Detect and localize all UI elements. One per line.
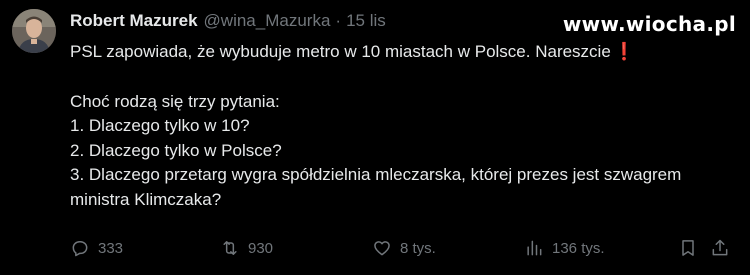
- reply-button[interactable]: 333: [70, 236, 123, 260]
- like-count: 8 tys.: [400, 239, 436, 257]
- tweet-timestamp[interactable]: 15 lis: [346, 11, 386, 31]
- question-2: 2. Dlaczego tylko w Polsce?: [70, 140, 282, 160]
- question-1: 1. Dlaczego tylko w 10?: [70, 116, 250, 135]
- question-intro: Choć rodzą się trzy pytania:: [70, 91, 280, 111]
- reply-count: 333: [98, 239, 124, 257]
- share-icon: [712, 239, 728, 256]
- watermark: www.wiocha.pl: [562, 12, 736, 36]
- heart-icon: [374, 241, 390, 256]
- tweet-line-text: PSL zapowiada, że wybuduje metro w 10 mi…: [70, 42, 611, 61]
- views-count: 136 tys.: [552, 239, 605, 257]
- views-button[interactable]: 136 tys.: [524, 236, 605, 260]
- retweet-button[interactable]: 930: [220, 236, 273, 260]
- bookmark-icon: [682, 240, 694, 256]
- avatar-image: [12, 9, 56, 53]
- bookmark-button[interactable]: [678, 236, 698, 260]
- tweet-line: PSL zapowiada, że wybuduje metro w 10 mi…: [70, 40, 730, 65]
- like-button[interactable]: 8 tys.: [372, 236, 436, 260]
- views-chart-icon: [527, 240, 542, 256]
- exclamation-emoji: ❗: [613, 42, 635, 61]
- tweet-card: Robert Mazurek @wina_Mazurka · 15 lis ww…: [0, 0, 750, 275]
- author-name[interactable]: Robert Mazurek: [70, 11, 198, 31]
- avatar[interactable]: [12, 9, 56, 53]
- author-handle[interactable]: @wina_Mazurka: [204, 11, 331, 31]
- retweet-icon: [223, 241, 237, 255]
- tweet-header: Robert Mazurek @wina_Mazurka · 15 lis: [70, 11, 386, 35]
- tweet-text: PSL zapowiada, że wybuduje metro w 10 mi…: [70, 40, 730, 212]
- question-3: 3. Dlaczego przetarg wygra spółdzielnia …: [70, 165, 682, 209]
- retweet-count: 930: [248, 239, 274, 257]
- separator-dot: ·: [335, 11, 342, 30]
- reply-icon: [72, 241, 88, 257]
- share-button[interactable]: [710, 236, 730, 260]
- action-bar: 333 930 8 tys. 136 tys.: [70, 236, 730, 260]
